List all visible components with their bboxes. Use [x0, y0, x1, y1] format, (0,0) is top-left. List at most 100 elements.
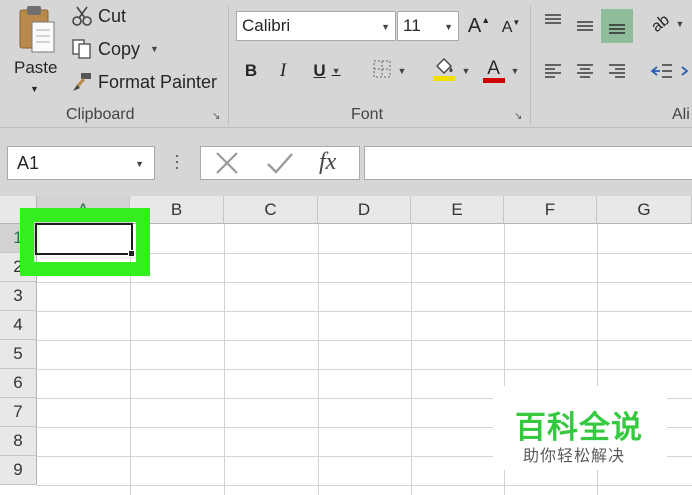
bold-label: B [244, 61, 258, 80]
grid-line [37, 485, 692, 486]
clipboard-icon [18, 2, 58, 61]
font-color-button[interactable]: A ▼ [478, 56, 524, 86]
font-size-select[interactable]: 11 ▼ [397, 11, 459, 41]
scissors-icon [70, 5, 94, 27]
chevron-down-icon: ▼ [444, 22, 453, 32]
copy-label: Copy [98, 38, 141, 59]
row-header-4[interactable]: 4 [0, 311, 37, 340]
grid-line [411, 224, 412, 495]
orientation-button[interactable]: ab ▼ [648, 9, 688, 39]
paint-bucket-icon [432, 56, 456, 87]
middle-align-button[interactable] [572, 11, 598, 41]
shrink-font-icon: A [501, 19, 513, 36]
chevron-down-icon: ▼ [135, 159, 144, 169]
font-color-letter: A [487, 57, 500, 79]
column-header-c[interactable]: C [224, 196, 318, 224]
row-header-9[interactable]: 9 [0, 456, 37, 485]
alignment-group-label: Ali [672, 106, 690, 123]
group-divider [228, 6, 229, 124]
align-left-icon [545, 64, 561, 78]
formula-input[interactable] [364, 146, 692, 180]
font-name-value: Calibri [242, 16, 291, 35]
increase-indent-icon [681, 66, 689, 76]
chevron-down-icon: ▼ [331, 66, 341, 76]
insert-function-button[interactable]: fx [319, 149, 336, 176]
ribbon: Paste ▼ Cut Copy ▼ Format Painter Clipbo… [0, 0, 692, 128]
align-right-button[interactable] [604, 56, 630, 86]
format-painter-button[interactable]: Format Painter [70, 69, 217, 95]
grow-font-button[interactable]: A ▲ [466, 11, 492, 41]
grid-line [318, 224, 319, 495]
chevron-down-icon: ▼ [461, 66, 471, 76]
grid-line [224, 224, 225, 495]
chevron-down-icon: ▼ [381, 22, 390, 32]
paste-dropdown-icon[interactable]: ▼ [30, 84, 39, 94]
format-painter-label: Format Painter [98, 71, 218, 92]
grid-line [37, 369, 692, 370]
active-cell-a1[interactable] [35, 223, 135, 257]
formula-bar: A1 ▼ · · · fx [0, 128, 692, 196]
underline-button[interactable]: U ▼ [304, 56, 350, 86]
font-color-icon: A [482, 57, 505, 83]
clipboard-group-label: Clipboard [66, 106, 135, 123]
enter-check-icon[interactable] [265, 151, 295, 180]
fill-handle[interactable] [128, 250, 135, 257]
column-header-f[interactable]: F [504, 196, 597, 224]
grid-line [37, 340, 692, 341]
align-right-icon [609, 64, 625, 78]
formula-buttons: fx [200, 146, 360, 180]
watermark: 百科全说 助你轻松解决 [493, 386, 667, 470]
row-header-6[interactable]: 6 [0, 369, 37, 398]
paste-button[interactable]: Paste ▼ [10, 2, 64, 98]
top-align-button[interactable] [540, 6, 566, 36]
copy-button[interactable]: Copy ▼ [70, 36, 159, 62]
group-divider [530, 6, 531, 124]
paste-label: Paste [14, 58, 58, 77]
copy-icon [70, 38, 94, 60]
shrink-font-button[interactable]: A ▼ [498, 13, 524, 43]
more-options-icon[interactable]: · · · [174, 146, 180, 176]
row-header-7[interactable]: 7 [0, 398, 37, 427]
fill-color-button[interactable]: ▼ [428, 56, 474, 86]
font-group-label: Font [351, 106, 384, 123]
align-top-icon [545, 14, 561, 24]
align-center-icon [577, 64, 593, 78]
align-center-button[interactable] [572, 56, 598, 86]
italic-label: I [279, 60, 287, 81]
font-name-select[interactable]: Calibri ▼ [236, 11, 396, 41]
increase-indent-button[interactable] [680, 56, 692, 86]
column-header-g[interactable]: G [597, 196, 692, 224]
cancel-icon[interactable] [213, 151, 241, 180]
grid-line [37, 282, 692, 283]
name-box[interactable]: A1 ▼ [7, 146, 155, 180]
underline-label: U [313, 61, 326, 80]
row-header-3[interactable]: 3 [0, 282, 37, 311]
italic-button[interactable]: I [272, 56, 294, 86]
align-bottom-icon [609, 24, 625, 34]
grid-line [37, 311, 692, 312]
cut-label: Cut [98, 5, 127, 26]
font-launcher-icon[interactable]: ↘ [514, 111, 522, 122]
bottom-align-button[interactable] [601, 9, 633, 43]
column-header-d[interactable]: D [318, 196, 411, 224]
row-header-5[interactable]: 5 [0, 340, 37, 369]
font-size-value: 11 [403, 16, 421, 35]
align-middle-icon [577, 21, 593, 31]
decrease-indent-icon [650, 64, 672, 78]
row-header-8[interactable]: 8 [0, 427, 37, 456]
copy-dropdown-icon[interactable]: ▼ [150, 44, 159, 54]
align-left-button[interactable] [540, 56, 566, 86]
grow-font-icon: A [467, 14, 482, 37]
clipboard-launcher-icon[interactable]: ↘ [212, 111, 220, 122]
bold-button[interactable]: B [240, 56, 262, 86]
column-header-e[interactable]: E [411, 196, 504, 224]
borders-button[interactable]: ▼ [366, 56, 412, 86]
borders-icon [372, 59, 392, 84]
name-box-value: A1 [17, 152, 40, 173]
watermark-subtitle: 助你轻松解决 [523, 446, 626, 465]
decrease-indent-button[interactable] [648, 56, 674, 86]
chevron-down-icon: ▼ [675, 19, 685, 29]
chevron-down-icon: ▼ [510, 66, 520, 76]
cut-button[interactable]: Cut [70, 3, 126, 29]
watermark-title: 百科全说 [515, 410, 643, 446]
